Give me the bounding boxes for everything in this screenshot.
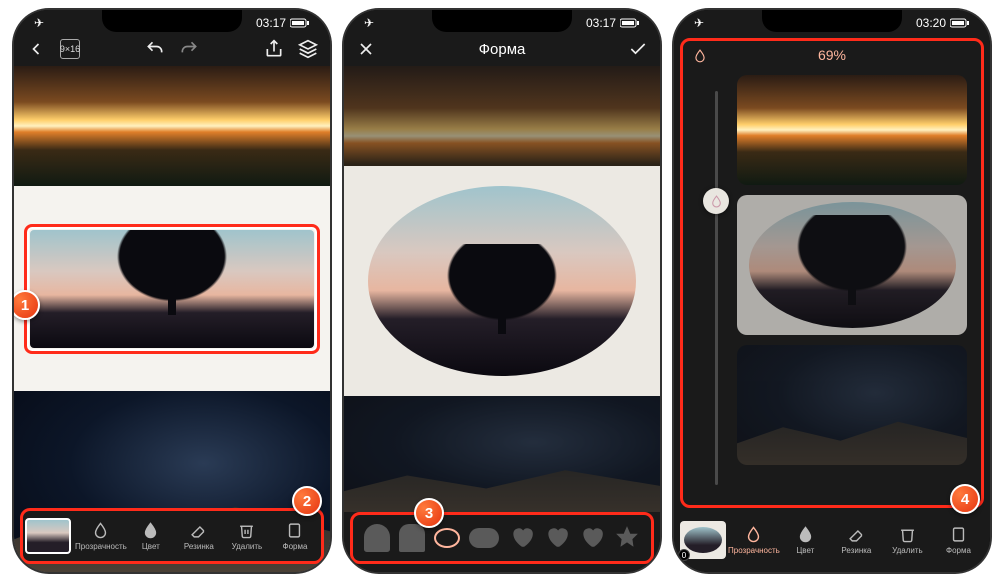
color-button[interactable]: Цвет (780, 526, 831, 555)
notch (102, 10, 242, 32)
shape-heart-2[interactable] (544, 524, 570, 552)
shape-button[interactable]: Форма (933, 526, 984, 555)
layer-thumbnail[interactable] (25, 518, 71, 554)
share-icon[interactable] (264, 39, 284, 59)
airplane-icon: ✈ (364, 16, 374, 30)
eraser-label: Резинка (841, 546, 871, 555)
redo-icon[interactable] (179, 39, 199, 59)
layer-sunset[interactable] (14, 66, 330, 186)
aspect-ratio-label: 9×16 (60, 44, 80, 54)
battery-icon (620, 18, 640, 28)
battery-icon (950, 18, 970, 28)
phone-screen-1: ✈ 03:17 9×16 (14, 10, 330, 572)
shape-picker-screen: Форма (344, 10, 660, 572)
layer-thumbnail[interactable]: 0 (680, 521, 726, 559)
shape-arch-wide[interactable] (399, 524, 425, 552)
layer-tree-selected[interactable] (24, 224, 320, 354)
shape-preview-canvas[interactable] (344, 66, 660, 572)
color-label: Цвет (796, 546, 814, 555)
opacity-panel: 69% (680, 38, 984, 508)
delete-label: Удалить (232, 542, 263, 551)
notch (432, 10, 572, 32)
close-icon[interactable] (356, 39, 376, 59)
opacity-screen: 69% 0 (674, 10, 990, 572)
battery-icon (290, 18, 310, 28)
shape-star[interactable] (614, 524, 640, 552)
shape-arch-tall[interactable] (364, 524, 390, 552)
undo-icon[interactable] (145, 39, 165, 59)
layer-sunset[interactable] (737, 75, 967, 185)
airplane-icon: ✈ (34, 16, 44, 30)
shape-label: Форма (283, 542, 308, 551)
slider-track (715, 91, 718, 485)
opacity-label: Прозрачность (728, 546, 780, 555)
eraser-button[interactable]: Резинка (175, 522, 223, 551)
stacked-layers (737, 75, 967, 499)
layer-tree-oval[interactable] (737, 195, 967, 335)
color-label: Цвет (142, 542, 160, 551)
layer-tree-oval[interactable] (368, 186, 636, 376)
shape-heart-1[interactable] (509, 524, 535, 552)
eraser-label: Резинка (184, 542, 214, 551)
delete-button[interactable]: Удалить (223, 522, 271, 551)
eraser-button[interactable]: Резинка (831, 526, 882, 555)
editor-screen: 9×16 (14, 10, 330, 572)
opacity-icon (693, 49, 707, 68)
shape-button[interactable]: Форма (271, 522, 319, 551)
color-button[interactable]: Цвет (127, 522, 175, 551)
layer-count-badge: 0 (678, 549, 690, 561)
layer-night[interactable] (737, 345, 967, 465)
notch (762, 10, 902, 32)
delete-button[interactable]: Удалить (882, 526, 933, 555)
step-badge-2: 2 (292, 486, 322, 516)
status-time: 03:17 (256, 16, 286, 30)
aspect-ratio-button[interactable]: 9×16 (60, 39, 80, 59)
opacity-button[interactable]: Прозрачность (728, 526, 780, 555)
slider-thumb[interactable] (703, 188, 729, 214)
layers-icon[interactable] (298, 39, 318, 59)
delete-label: Удалить (892, 546, 923, 555)
opacity-label: Прозрачность (75, 542, 127, 551)
step-badge-4: 4 (950, 484, 980, 514)
opacity-percent: 69% (683, 41, 981, 69)
phone-screen-3: ✈ 03:20 69% (674, 10, 990, 572)
shape-options-bar (350, 512, 654, 564)
shape-label: Форма (946, 546, 971, 555)
phone-screen-2: ✈ 03:17 Форма (344, 10, 660, 572)
bottom-toolbar: Прозрачность Цвет Резинка Удалить Форма (20, 508, 324, 564)
layer-night-dim (344, 396, 660, 512)
canvas-area[interactable] (14, 66, 330, 572)
confirm-icon[interactable] (628, 39, 648, 59)
airplane-icon: ✈ (694, 16, 704, 30)
status-time: 03:17 (586, 16, 616, 30)
shape-heart-3[interactable] (579, 524, 605, 552)
bottom-toolbar: 0 Прозрачность Цвет Резинка Удалить Форм… (678, 513, 986, 567)
step-badge-3: 3 (414, 498, 444, 528)
shape-oval-selected[interactable] (434, 528, 460, 548)
back-icon[interactable] (26, 39, 46, 59)
shape-rounded[interactable] (469, 528, 499, 548)
opacity-button[interactable]: Прозрачность (75, 522, 127, 551)
status-time: 03:20 (916, 16, 946, 30)
opacity-slider[interactable] (707, 91, 725, 485)
screen-title: Форма (376, 41, 628, 58)
